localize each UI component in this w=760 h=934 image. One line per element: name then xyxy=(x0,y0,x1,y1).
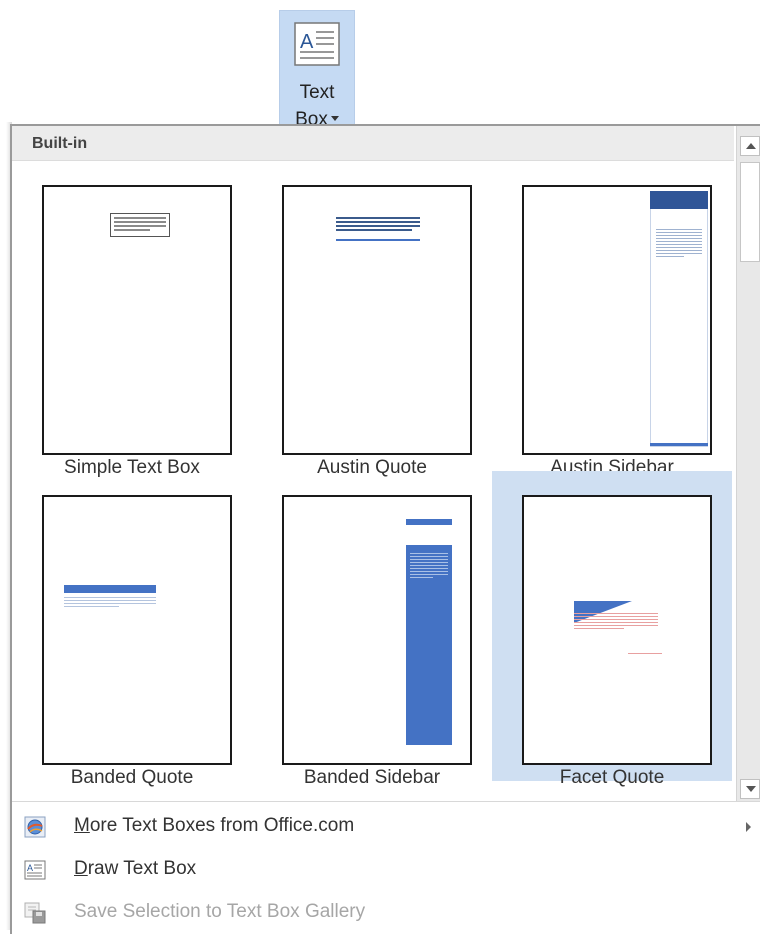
gallery-item-austin-sidebar[interactable]: Austin Sidebar xyxy=(492,161,732,478)
section-header-label: Built-in xyxy=(32,135,88,152)
label-rest: raw Text Box xyxy=(87,858,197,879)
thumb-band xyxy=(64,585,156,593)
thumb-lines xyxy=(114,217,166,233)
text-box-dropdown-panel: Built-in Simple Text Box Austin Quote Au… xyxy=(10,124,760,934)
menu-item-more-text-boxes[interactable]: More Text Boxes from Office.com xyxy=(12,808,760,846)
svg-text:A: A xyxy=(300,31,314,53)
thumb-lines xyxy=(410,553,448,580)
facet-quote-thumbnail xyxy=(522,495,712,765)
menu-item-save-selection[interactable]: Save Selection to Text Box Gallery xyxy=(12,894,760,932)
thumb-text-box-shape xyxy=(110,213,170,237)
thumb-lines xyxy=(574,613,658,631)
scroll-down-button[interactable] xyxy=(740,779,760,799)
thumb-sidebar-block xyxy=(406,545,452,745)
office-globe-icon xyxy=(24,816,46,838)
save-to-gallery-icon xyxy=(24,902,46,924)
gallery-item-banded-sidebar[interactable]: Banded Sidebar xyxy=(252,471,492,788)
section-header: Built-in xyxy=(12,126,734,161)
simple-text-box-thumbnail xyxy=(42,185,232,455)
thumb-attribution-line xyxy=(628,653,662,654)
gallery-item-simple-text-box[interactable]: Simple Text Box xyxy=(12,161,252,478)
gallery-scrollbar[interactable] xyxy=(736,126,760,801)
menu-item-draw-text-box[interactable]: A Draw Text Box xyxy=(12,851,760,889)
scroll-down-icon xyxy=(746,786,756,792)
dropdown-caret-icon xyxy=(330,115,339,121)
thumb-lines xyxy=(336,217,420,233)
svg-text:A: A xyxy=(27,863,33,873)
text-box-icon: A xyxy=(294,22,340,66)
gallery-item-label: Banded Quote xyxy=(70,767,194,788)
scroll-up-icon xyxy=(746,143,756,149)
scroll-up-button[interactable] xyxy=(740,136,760,156)
scroll-thumb[interactable] xyxy=(740,162,760,262)
gallery-item-facet-quote[interactable]: Facet Quote xyxy=(492,471,732,788)
austin-quote-thumbnail xyxy=(282,185,472,455)
access-key: D xyxy=(74,858,88,879)
menu-separator xyxy=(12,801,760,802)
draw-text-box-label: Draw Text Box xyxy=(74,858,196,880)
thumb-sidebar-top-band xyxy=(406,519,452,525)
banded-quote-thumbnail xyxy=(42,495,232,765)
thumb-sidebar-footer xyxy=(650,443,708,446)
access-key: M xyxy=(74,815,90,836)
thumb-lines xyxy=(64,597,156,609)
thumb-sidebar-header xyxy=(650,191,708,209)
thumb-lines xyxy=(656,229,702,259)
text-box-ribbon-button[interactable]: A Text Box xyxy=(279,10,355,136)
gallery-item-austin-quote[interactable]: Austin Quote xyxy=(252,161,492,478)
banded-sidebar-thumbnail xyxy=(282,495,472,765)
save-selection-label: Save Selection to Text Box Gallery xyxy=(74,901,365,923)
submenu-arrow-icon xyxy=(746,822,751,832)
draw-text-box-icon: A xyxy=(24,860,46,880)
text-box-button-label-line1: Text xyxy=(299,82,335,103)
gallery-item-label: Banded Sidebar xyxy=(303,767,441,788)
thumb-rule xyxy=(336,239,420,241)
text-box-gallery: Simple Text Box Austin Quote Austin Side… xyxy=(12,161,736,801)
label-rest: Save Selection to Text Box Gallery xyxy=(74,901,366,922)
austin-sidebar-thumbnail xyxy=(522,185,712,455)
more-text-boxes-label: More Text Boxes from Office.com xyxy=(74,815,354,837)
gallery-item-banded-quote[interactable]: Banded Quote xyxy=(12,471,252,788)
label-rest: ore Text Boxes from Office.com xyxy=(89,815,355,836)
gallery-item-label: Facet Quote xyxy=(559,767,665,788)
